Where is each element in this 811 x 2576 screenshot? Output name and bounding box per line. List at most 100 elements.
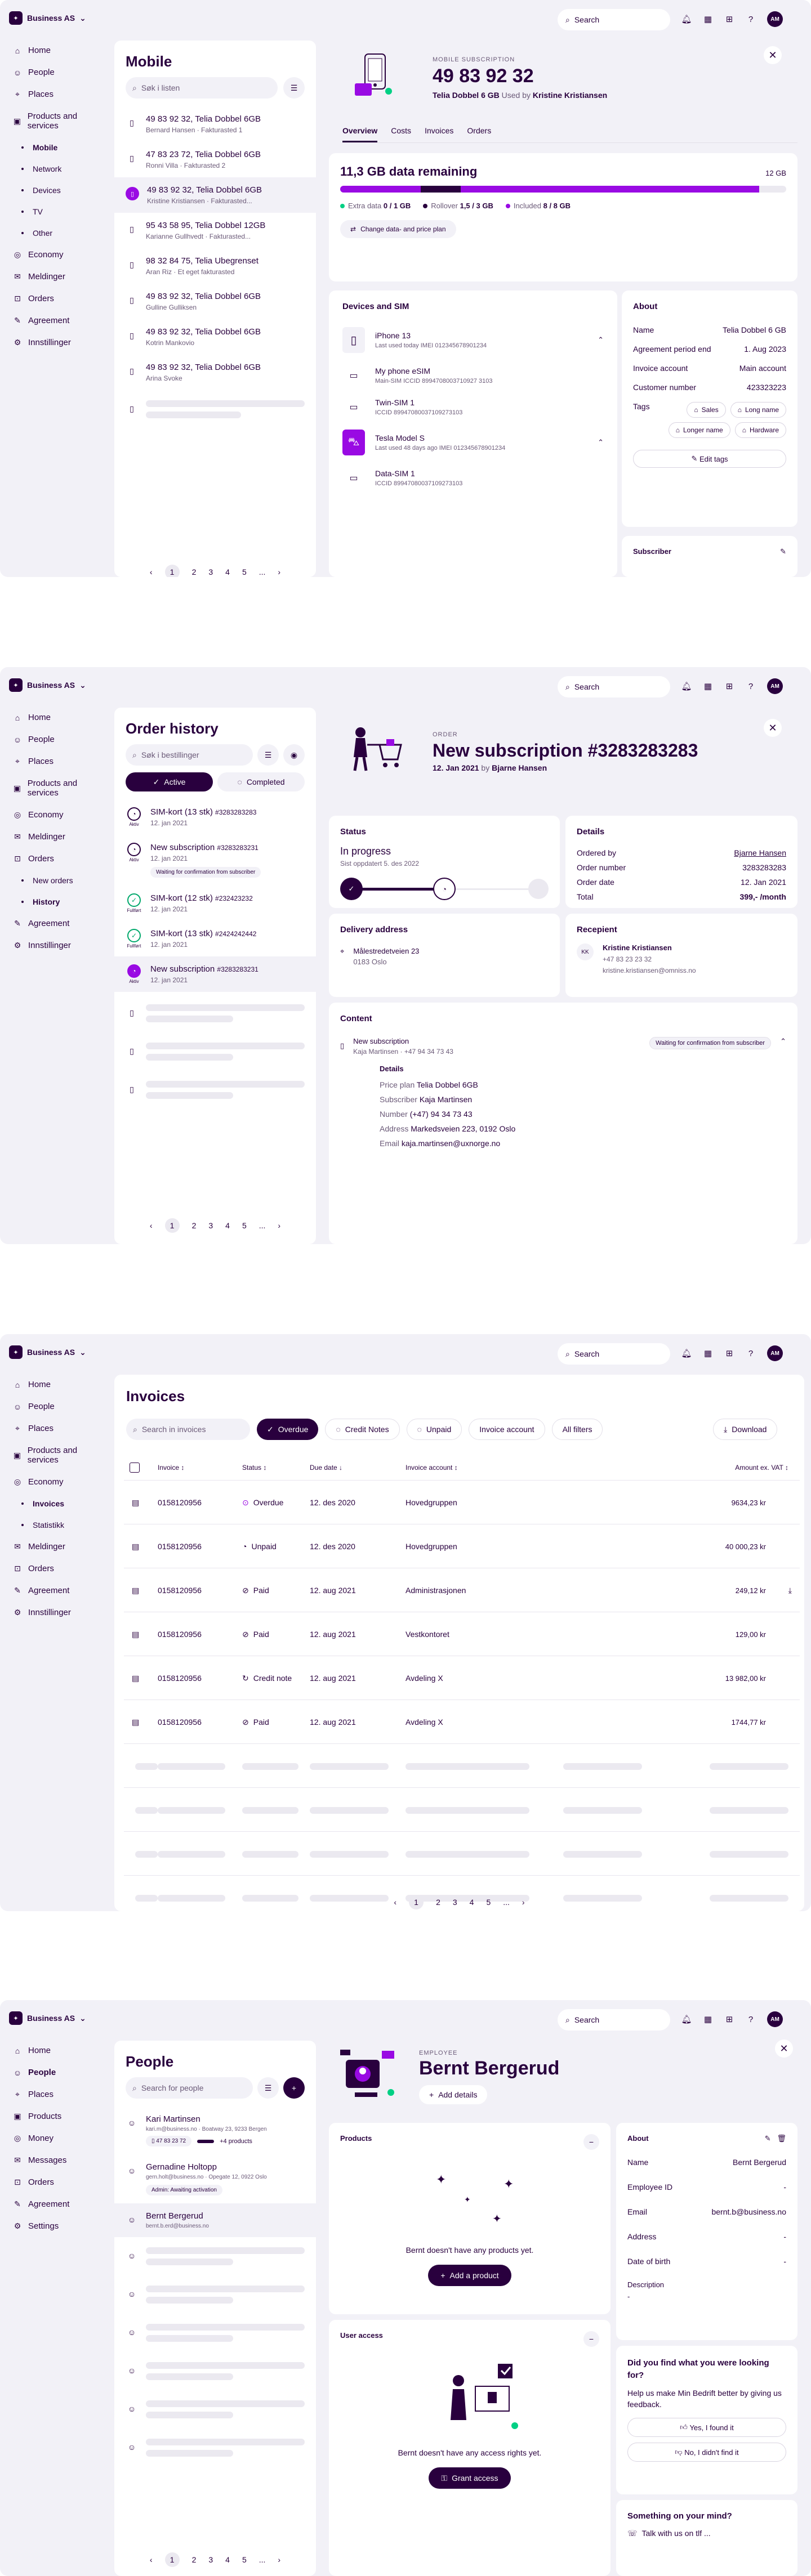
global-search[interactable]: ⌕ Search [558, 2009, 670, 2031]
person-item[interactable]: ☺ Kari Martinsen kari.m@business.no · Boat… [114, 2107, 316, 2154]
tag-chip[interactable]: ⌂ Long name [730, 402, 786, 418]
sidebar-item-orders[interactable]: ⊡ Orders [8, 288, 109, 310]
user-avatar[interactable]: AM [767, 11, 783, 27]
page-ellipsis[interactable]: ... [259, 1221, 266, 1230]
table-row[interactable]: ▤ 0158120956 ↻ Credit note 12. aug 2021 Avdel… [124, 1656, 800, 1700]
table-row[interactable]: ▤ 0158120956 ⊘ Paid 12. aug 2021 Vestkontoret… [124, 1612, 800, 1656]
table-row[interactable]: ▤ 0158120956 ⊘ Paid 12. aug 2021 Administrasj… [124, 1568, 800, 1612]
talk-link[interactable]: ☏ Talk with us on tlf ... [627, 2529, 786, 2538]
sidebar-item-home[interactable]: ⌂ Home [8, 2040, 109, 2061]
tab-invoices[interactable]: Invoices [425, 126, 453, 142]
chevron-up-icon[interactable]: ⌃ [598, 438, 604, 447]
sidebar-item-home[interactable]: ⌂ Home [8, 1374, 109, 1396]
column-header[interactable]: Invoice ↕ [158, 1464, 184, 1472]
edit-tags-button[interactable]: ✎ Edit tags [633, 450, 786, 468]
sidebar-item-settings[interactable]: ⚙ Settings [8, 2215, 109, 2237]
completed-toggle[interactable]: ◌ Completed [217, 772, 305, 791]
list-item[interactable]: ▯ 49 83 92 32, Telia Dobbel 6GB Gulline Gu… [114, 284, 316, 319]
gift-icon[interactable]: ⊞ [724, 681, 734, 691]
feedback-yes-button[interactable]: 👍︎ Yes, I found it [627, 2418, 786, 2437]
page-3[interactable]: 3 [208, 567, 213, 576]
page-1[interactable]: 1 [164, 565, 180, 577]
sidebar-item-devices[interactable]: Devices [8, 180, 109, 201]
detail-value[interactable]: Bjarne Hansen [734, 848, 786, 857]
bell-icon[interactable]: 🔔︎ [681, 2014, 692, 2024]
filter-button[interactable]: ☰ [257, 2077, 279, 2099]
table-row[interactable]: ▤ 0158120956 ⊙ Overdue 12. des 2020 Hovedgrup… [124, 1481, 800, 1524]
company-switcher[interactable]: ✦ Business AS ⌄ [9, 2011, 86, 2025]
list-search-input[interactable]: ⌕ Søk i listen [126, 77, 278, 99]
company-switcher[interactable]: ✦ Business AS ⌄ [9, 1345, 86, 1359]
page-5[interactable]: 5 [242, 1221, 247, 1230]
sidebar-item-new-orders[interactable]: New orders [8, 870, 109, 891]
user-avatar[interactable]: AM [767, 2011, 783, 2027]
column-header[interactable]: Status ↕ [242, 1464, 266, 1472]
sidebar-item-products[interactable]: ▣ Products [8, 2105, 109, 2127]
people-search-input[interactable]: ⌕ Search for people [126, 2077, 253, 2099]
bell-icon[interactable]: 🔔︎ [681, 681, 692, 691]
filter-button[interactable]: ☰ [283, 77, 305, 99]
list-item[interactable]: ▯ 49 83 92 32, Telia Dobbel 6GB Kotrin Man… [114, 319, 316, 355]
chevron-right-icon[interactable]: › [278, 2555, 280, 2564]
tag-chip[interactable]: ⌂ Hardware [734, 422, 786, 438]
sidebar-item-places[interactable]: ⌖ Places [8, 2083, 109, 2105]
gift-icon[interactable]: ⊞ [724, 14, 734, 24]
invoice-number[interactable]: 0158120956 [158, 1656, 202, 1700]
tab-orders[interactable]: Orders [467, 126, 491, 142]
download-button[interactable]: ⤓ Download [713, 1419, 778, 1440]
sidebar-item-tv[interactable]: TV [8, 201, 109, 222]
sidebar-item-people[interactable]: ☺ People [8, 1396, 109, 1417]
close-button[interactable]: ✕ [775, 2040, 793, 2058]
add-details-button[interactable]: + Add details [419, 2085, 488, 2104]
list-item[interactable]: ▯ 95 43 58 95, Telia Dobbel 12GB Karianne … [114, 213, 316, 248]
chevron-right-icon[interactable]: › [522, 1898, 525, 1907]
chevron-left-icon[interactable]: ‹ [150, 2555, 153, 2564]
trash-icon[interactable]: 🗑︎ [777, 2134, 786, 2143]
grid-icon[interactable]: ▦ [703, 14, 713, 24]
add-product-button[interactable]: + Add a product [428, 2265, 511, 2286]
sidebar-item-agreement[interactable]: ✎ Agreement [8, 1580, 109, 1602]
device-item[interactable]: ▭ Data-SIM 1 ICCID 89947080037109273103 [342, 462, 604, 494]
sidebar-item-people[interactable]: ☺ People [8, 2061, 109, 2083]
user-avatar[interactable]: AM [767, 678, 783, 694]
grid-icon[interactable]: ▦ [703, 681, 713, 691]
sidebar-item-innstillinger[interactable]: ⚙ Innstillinger [8, 934, 109, 956]
sidebar-item-economy[interactable]: ◎ Economy [8, 1471, 109, 1493]
sidebar-item-money[interactable]: ◎ Money [8, 2127, 109, 2149]
filter-all-filters[interactable]: All filters [551, 1419, 603, 1440]
download-icon[interactable]: ⤓ [788, 1568, 792, 1612]
order-search-input[interactable]: ⌕ Søk i bestillinger [126, 744, 253, 766]
sidebar-item-home[interactable]: ⌂ Home [8, 39, 109, 61]
global-search[interactable]: ⌕ Search [558, 9, 670, 30]
view-button[interactable]: ◉ [283, 744, 305, 766]
list-item[interactable]: ▯ 49 83 92 32, Telia Dobbel 6GB Bernard Ha… [114, 106, 316, 142]
sidebar-item-places[interactable]: ⌖ Places [8, 83, 109, 105]
pencil-icon[interactable]: ✎ [780, 547, 786, 556]
sidebar-item-orders[interactable]: ⊡ Orders [8, 1558, 109, 1580]
sidebar-item-network[interactable]: Network [8, 158, 109, 180]
page-1[interactable]: 1 [164, 2552, 180, 2567]
page-4[interactable]: 4 [225, 2555, 230, 2564]
device-item[interactable]: ▯ iPhone 13 Last used today IMEI 012345678… [342, 320, 604, 360]
order-item[interactable]: ◔ Aktiv New subscription #3283283231 12. ja… [114, 956, 316, 992]
help-icon[interactable]: ? [746, 1348, 756, 1358]
invoice-number[interactable]: 0158120956 [158, 1700, 202, 1744]
page-5[interactable]: 5 [242, 567, 247, 576]
page-ellipsis[interactable]: ... [503, 1898, 510, 1907]
filter-invoice-account[interactable]: Invoice account [469, 1419, 545, 1440]
help-icon[interactable]: ? [746, 14, 756, 24]
chevron-up-icon[interactable]: ⌃ [598, 336, 604, 345]
device-item[interactable]: ▭ My phone eSIM Main-SIM ICCID 89947080037… [342, 360, 604, 391]
sidebar-item-history[interactable]: History [8, 891, 109, 913]
chevron-right-icon[interactable]: › [278, 567, 280, 576]
sidebar-item-products-and-services[interactable]: ▣ Products and services [8, 105, 109, 137]
bell-icon[interactable]: 🔔︎ [681, 14, 692, 24]
grid-icon[interactable]: ▦ [703, 2014, 713, 2024]
chevron-right-icon[interactable]: › [278, 1221, 280, 1230]
collapse-button[interactable]: − [583, 2134, 599, 2150]
bell-icon[interactable]: 🔔︎ [681, 1348, 692, 1358]
page-4[interactable]: 4 [225, 1221, 230, 1230]
list-item[interactable]: ▯ 49 83 92 32, Telia Dobbel 6GB Arina Svok… [114, 355, 316, 390]
company-switcher[interactable]: ✦ Business AS ⌄ [9, 11, 86, 25]
sidebar-item-meldinger[interactable]: ✉ Meldinger [8, 266, 109, 288]
